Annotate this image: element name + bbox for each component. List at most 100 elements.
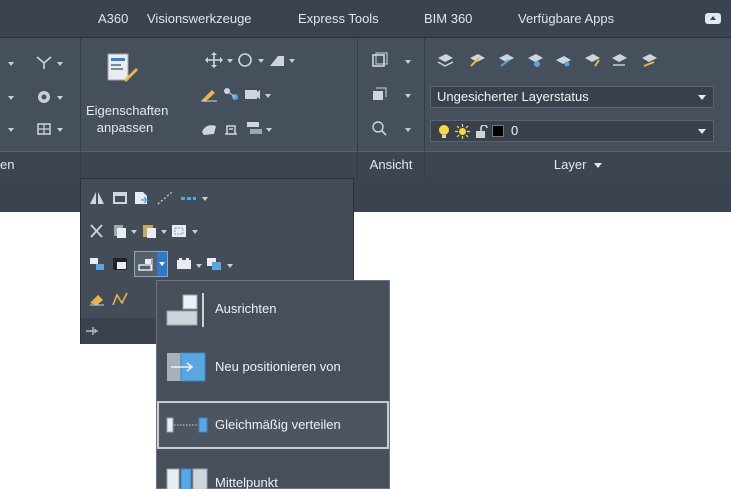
chevron-down-icon[interactable] (8, 128, 14, 132)
lengthen-icon[interactable] (156, 190, 174, 206)
current-layer-dropdown[interactable]: 0 (430, 120, 714, 142)
wipeout-icon[interactable] (111, 256, 129, 272)
chevron-down-icon[interactable] (57, 62, 63, 66)
pin-icon[interactable] (85, 326, 99, 336)
menu-item-ausrichten[interactable]: Ausrichten (157, 285, 389, 333)
panel-title-left: en (0, 157, 15, 172)
cut-icon[interactable] (88, 223, 106, 239)
panel-footer-left[interactable]: en (0, 151, 80, 178)
ribbon-tab-bar: A360 Visionswerkzeuge Express Tools BIM … (0, 0, 731, 38)
chevron-down-icon[interactable] (131, 230, 137, 234)
match-properties-icon[interactable] (106, 52, 140, 84)
chevron-down-icon[interactable] (258, 59, 264, 63)
edit-polyline-icon[interactable] (111, 291, 129, 307)
chevron-down-icon (594, 163, 603, 169)
stack-icon[interactable] (245, 120, 263, 136)
align-icon (138, 258, 153, 271)
menu-item-mittelpunkt[interactable]: Mittelpunkt (157, 459, 389, 489)
connect-nodes-icon[interactable] (222, 86, 240, 102)
move-icon[interactable] (205, 52, 223, 68)
chevron-down-icon[interactable] (202, 197, 208, 201)
distribute-evenly-icon (166, 417, 208, 433)
chevron-down-icon[interactable] (8, 62, 14, 66)
eraser-icon[interactable] (88, 291, 106, 307)
ribbon: en Eigenschaften anpassen Ansicht Ungesi… (0, 38, 731, 178)
chevron-down-icon[interactable] (8, 96, 14, 100)
properties-label-line2: anpassen (96, 120, 154, 135)
panel-footer-layer[interactable]: Layer (425, 151, 731, 178)
paste-icon[interactable] (140, 223, 158, 239)
align-split-button[interactable] (134, 251, 168, 277)
layer-state-dropdown[interactable]: Ungesicherter Layerstatus (430, 86, 714, 108)
group-icon[interactable] (175, 256, 193, 272)
zoom-icon[interactable] (370, 120, 388, 136)
mirror-curve-icon[interactable] (268, 52, 286, 68)
chevron-down-icon[interactable] (227, 59, 233, 63)
paint-icon[interactable] (200, 120, 218, 136)
draw-order-icon[interactable] (205, 256, 223, 272)
view-cube-icon[interactable] (370, 52, 388, 68)
layer-lock-icon[interactable] (640, 52, 658, 68)
chevron-down-icon (698, 95, 706, 100)
explode-icon[interactable] (88, 256, 106, 272)
align-split-arrow[interactable] (157, 252, 167, 276)
copy-block-icon[interactable] (111, 190, 129, 206)
chevron-down-icon[interactable] (266, 128, 272, 132)
ribbon-minimize-toggle-icon[interactable] (705, 13, 721, 24)
match-properties-label[interactable]: Eigenschaften anpassen (86, 102, 168, 136)
menu-item-gleichmaessig-verteilen[interactable]: Gleichmäßig verteilen (157, 401, 389, 449)
layer-properties-icon[interactable] (436, 52, 454, 68)
tab-verfuegbare-apps[interactable]: Verfügbare Apps (518, 10, 614, 28)
chevron-down-icon[interactable] (161, 230, 167, 234)
lightbulb-on-icon (439, 125, 449, 138)
panel-footer-view[interactable]: Ansicht (358, 151, 424, 178)
rotate-icon[interactable] (236, 52, 254, 68)
block-editor-icon[interactable] (170, 223, 188, 239)
align-icon (166, 293, 204, 327)
menu-item-label: Mittelpunkt (215, 475, 278, 489)
chevron-down-icon[interactable] (405, 128, 411, 132)
chevron-down-icon (698, 129, 706, 134)
fillet-icon[interactable] (35, 88, 53, 104)
chevron-down-icon[interactable] (265, 94, 271, 98)
copy-clip-icon[interactable] (111, 223, 129, 239)
array-icon[interactable] (35, 121, 53, 137)
layer-match-icon[interactable] (468, 52, 486, 68)
linetype-icon[interactable] (179, 190, 197, 206)
chevron-down-icon[interactable] (405, 94, 411, 98)
layer-off-icon[interactable] (610, 52, 628, 68)
tab-express-tools[interactable]: Express Tools (298, 10, 379, 28)
stretch-icon[interactable] (133, 190, 151, 206)
layer-previous-icon[interactable] (497, 52, 515, 68)
reposition-icon (167, 352, 206, 382)
chevron-down-icon[interactable] (192, 230, 198, 234)
align-dropdown-menu: Ausrichten Neu positionieren von Gleichm… (156, 280, 390, 489)
chevron-down-icon[interactable] (57, 96, 63, 100)
sun-thawed-icon (455, 124, 470, 139)
chevron-down-icon[interactable] (57, 128, 63, 132)
panel-title-layer: Layer (425, 152, 731, 179)
mirror-icon[interactable] (88, 190, 106, 206)
panel-footer-properties[interactable] (81, 151, 357, 178)
chevron-down-icon[interactable] (405, 60, 411, 64)
tab-bim360[interactable]: BIM 360 (424, 10, 472, 28)
layer-unisolate-icon[interactable] (554, 52, 572, 68)
layer-title-text: Layer (553, 157, 587, 172)
menu-item-neu-positionieren-von[interactable]: Neu positionieren von (157, 343, 389, 391)
layer-walk-icon[interactable] (222, 120, 240, 136)
chevron-down-icon[interactable] (196, 264, 202, 268)
trim-icon[interactable] (35, 54, 53, 70)
pencil-icon[interactable] (200, 86, 218, 102)
chevron-down-icon (159, 262, 165, 266)
visual-style-icon[interactable] (370, 86, 388, 102)
menu-item-label: Gleichmäßig verteilen (215, 417, 341, 432)
layer-isolate-icon[interactable] (526, 52, 544, 68)
layer-freeze-icon[interactable] (583, 52, 601, 68)
chevron-down-icon[interactable] (227, 264, 233, 268)
menu-item-label: Ausrichten (215, 301, 277, 316)
tab-a360[interactable]: A360 (98, 10, 128, 28)
unlock-icon (476, 125, 488, 138)
tab-visionswerkzeuge[interactable]: Visionswerkzeuge (147, 10, 252, 28)
chevron-down-icon[interactable] (289, 59, 295, 63)
film-icon[interactable] (243, 86, 261, 102)
